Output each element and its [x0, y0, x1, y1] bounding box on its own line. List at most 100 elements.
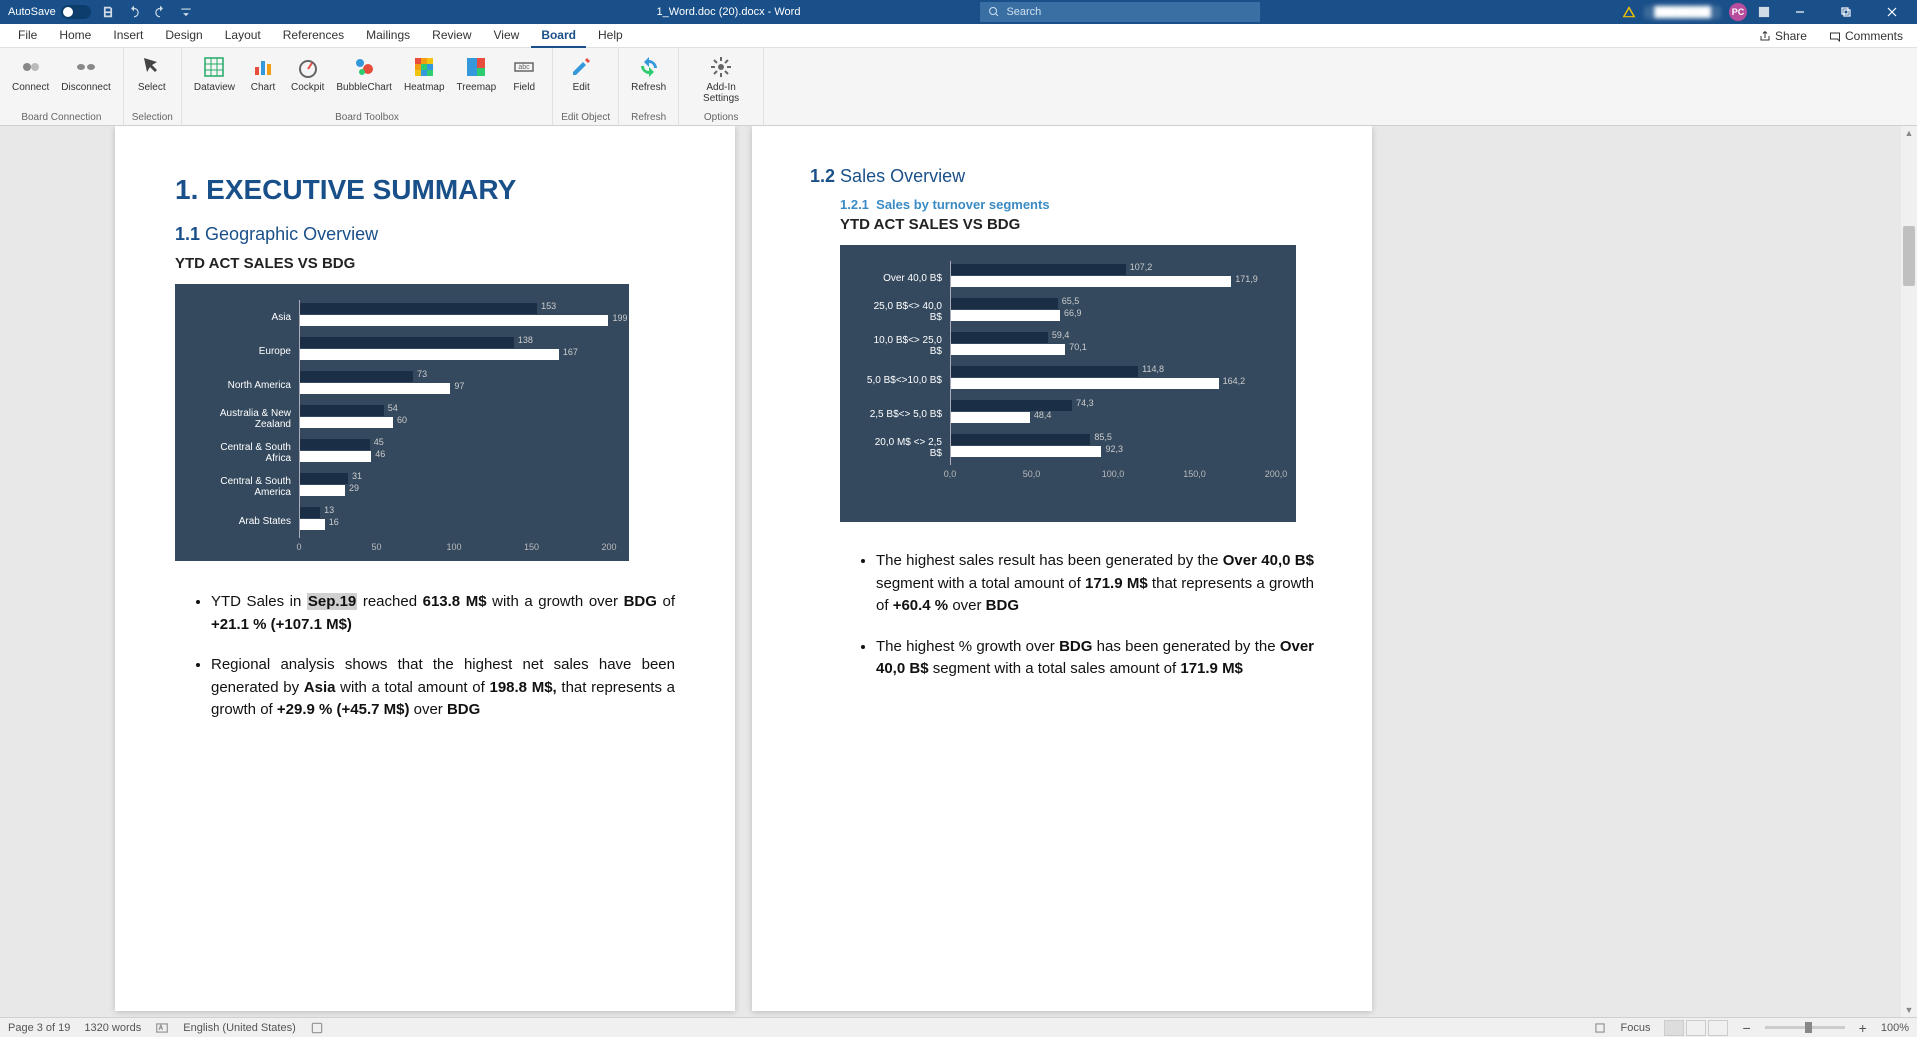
chart-bar [951, 264, 1126, 275]
zoom-slider[interactable] [1765, 1026, 1845, 1029]
chart-row: Arab States1316 [195, 504, 609, 538]
ribbon-btn-edit[interactable]: Edit [561, 52, 601, 95]
comments-icon [1829, 30, 1841, 42]
ribbon-btn-connect[interactable]: Connect [8, 52, 53, 95]
chart-bar [300, 439, 370, 450]
ribbon-btn-treemap[interactable]: Treemap [453, 52, 501, 95]
ribbon-group-label: Board Toolbox [190, 111, 544, 123]
status-page[interactable]: Page 3 of 19 [8, 1022, 70, 1034]
user-name-blurred: ████████ [1644, 6, 1721, 19]
tab-mailings[interactable]: Mailings [356, 24, 420, 48]
ribbon-btn-disconnect[interactable]: Disconnect [57, 52, 114, 95]
document-title: 1_Word.doc (20).docx - Word [657, 6, 801, 18]
scroll-up-icon[interactable]: ▲ [1901, 126, 1917, 140]
tab-help[interactable]: Help [588, 24, 633, 48]
axis-tick: 150,0 [1183, 469, 1206, 479]
ribbon-btn-label: Edit [573, 82, 590, 93]
zoom-in-button[interactable]: + [1859, 1020, 1867, 1036]
tab-references[interactable]: References [273, 24, 354, 48]
bullet-2: Regional analysis shows that the highest… [211, 654, 675, 722]
chart-row: 5,0 B$<>10,0 B$114,8164,2 [860, 363, 1276, 397]
ribbon-btn-cockpit[interactable]: Cockpit [287, 52, 328, 95]
axis-tick: 50 [371, 542, 381, 552]
axis-tick: 100 [446, 542, 461, 552]
status-focus[interactable]: Focus [1621, 1022, 1651, 1034]
chart-value-label: 13 [324, 505, 334, 515]
share-label: Share [1775, 29, 1807, 43]
maximize-button[interactable] [1827, 0, 1865, 24]
ribbon-group-edit-object: EditEdit Object [553, 48, 619, 125]
heading-1-1: 1.1 Geographic Overview [175, 224, 675, 245]
view-read-button[interactable] [1664, 1020, 1684, 1036]
qat-dropdown-icon[interactable] [177, 3, 195, 21]
chart-value-label: 74,3 [1076, 398, 1094, 408]
ribbon-btn-chart[interactable]: Chart [243, 52, 283, 95]
chart-value-label: 85,5 [1094, 432, 1112, 442]
ribbon-btn-refresh[interactable]: Refresh [627, 52, 670, 95]
scroll-down-icon[interactable]: ▼ [1901, 1003, 1917, 1017]
ribbon-btn-add-in-settings[interactable]: Add-In Settings [687, 52, 755, 106]
view-print-button[interactable] [1686, 1020, 1706, 1036]
ribbon-btn-bubblechart[interactable]: BubbleChart [332, 52, 396, 95]
undo-icon[interactable] [125, 3, 143, 21]
chart-row: Central & South Africa4546 [195, 436, 609, 470]
redo-icon[interactable] [151, 3, 169, 21]
tab-layout[interactable]: Layout [215, 24, 271, 48]
tab-insert[interactable]: Insert [103, 24, 153, 48]
chart-bar [300, 371, 413, 382]
search-input[interactable] [1006, 6, 1252, 18]
tab-home[interactable]: Home [49, 24, 101, 48]
chart1-title: YTD ACT SALES VS BDG [175, 255, 675, 272]
chart-bar [951, 344, 1065, 355]
axis-tick: 150 [524, 542, 539, 552]
axis-tick: 100,0 [1102, 469, 1125, 479]
autosave-toggle[interactable]: AutoSave [8, 5, 91, 19]
ribbon-btn-select[interactable]: Select [132, 52, 172, 95]
view-buttons [1664, 1020, 1728, 1036]
page-right[interactable]: 1.2 Sales Overview 1.2.1 Sales by turnov… [752, 126, 1372, 1011]
close-button[interactable] [1873, 0, 1911, 24]
bullet-r1: The highest sales result has been genera… [876, 550, 1314, 618]
tab-view[interactable]: View [484, 24, 530, 48]
comments-button[interactable]: Comments [1823, 27, 1909, 45]
chart-value-label: 107,2 [1130, 262, 1153, 272]
ribbon-btn-label: Chart [251, 82, 275, 93]
vertical-scrollbar[interactable]: ▲ ▼ [1901, 126, 1917, 1017]
chart-category-label: North America [195, 380, 299, 391]
chart-value-label: 167 [563, 347, 578, 357]
scroll-thumb[interactable] [1903, 226, 1915, 286]
page-left[interactable]: 1. EXECUTIVE SUMMARY 1.1 Geographic Over… [115, 126, 735, 1011]
ribbon-group-label: Refresh [627, 111, 670, 123]
chart-geographic[interactable]: Asia153199Europe138167North America7397A… [175, 284, 629, 561]
tab-file[interactable]: File [8, 24, 47, 48]
search-icon [988, 6, 1000, 18]
chart-bar [951, 332, 1048, 343]
view-web-button[interactable] [1708, 1020, 1728, 1036]
document-area[interactable]: 1. EXECUTIVE SUMMARY 1.1 Geographic Over… [0, 126, 1917, 1017]
accessibility-icon[interactable] [310, 1021, 324, 1035]
share-button[interactable]: Share [1753, 27, 1813, 45]
chart-value-label: 199 [612, 313, 627, 323]
minimize-button[interactable] [1781, 0, 1819, 24]
chart-value-label: 92,3 [1105, 444, 1123, 454]
spellcheck-icon[interactable] [155, 1021, 169, 1035]
user-avatar[interactable]: PC [1729, 3, 1747, 21]
ribbon-btn-label: Refresh [631, 82, 666, 93]
status-words[interactable]: 1320 words [84, 1022, 141, 1034]
ribbon-btn-field[interactable]: abcField [504, 52, 544, 95]
chart-bar [300, 315, 608, 326]
ribbon-display-icon[interactable] [1755, 3, 1773, 21]
ribbon-btn-heatmap[interactable]: Heatmap [400, 52, 449, 95]
zoom-out-button[interactable]: − [1742, 1020, 1750, 1036]
select-icon [139, 54, 165, 80]
save-icon[interactable] [99, 3, 117, 21]
status-language[interactable]: English (United States) [183, 1022, 296, 1034]
tab-board[interactable]: Board [531, 24, 586, 48]
cockpit-icon [295, 54, 321, 80]
ribbon-btn-dataview[interactable]: Dataview [190, 52, 239, 95]
tab-review[interactable]: Review [422, 24, 481, 48]
tab-design[interactable]: Design [155, 24, 212, 48]
search-box[interactable] [980, 2, 1260, 22]
chart-segments[interactable]: Over 40,0 B$107,2171,925,0 B$<> 40,0 B$6… [840, 245, 1296, 522]
status-zoom[interactable]: 100% [1881, 1022, 1909, 1034]
